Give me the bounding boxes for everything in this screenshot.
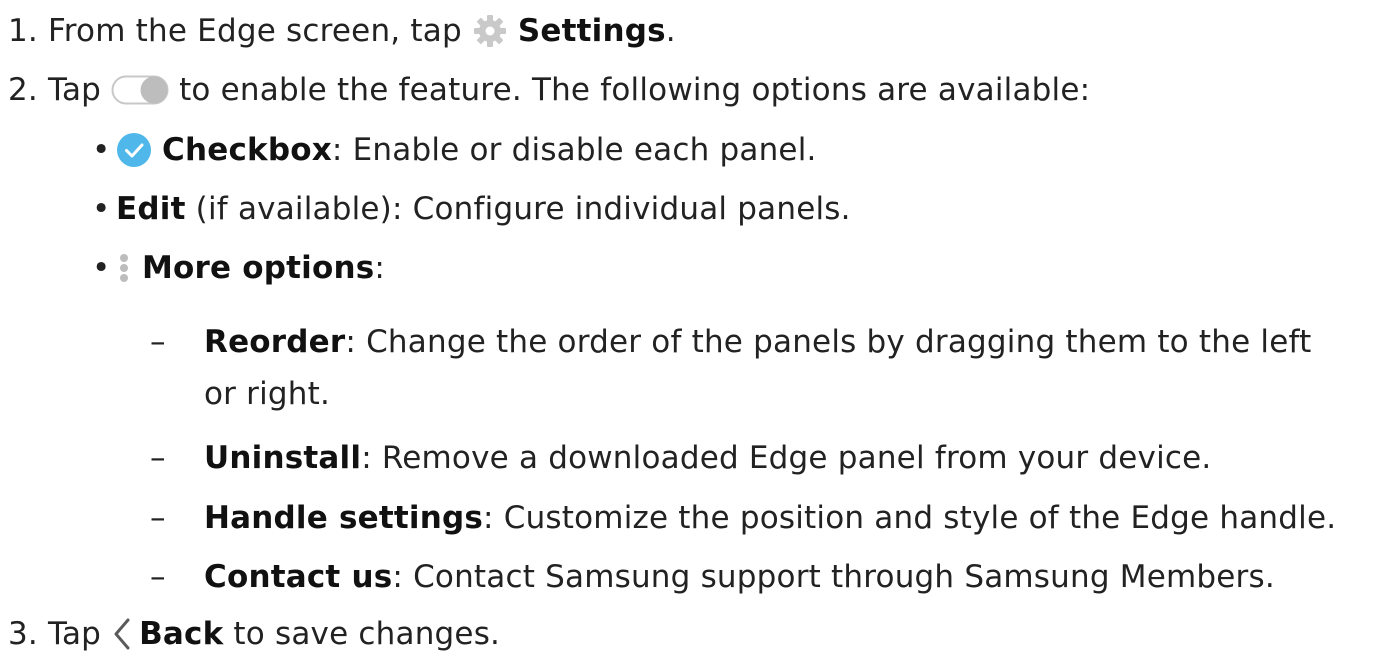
step-number: 1. (8, 13, 38, 49)
step-number: 2. (8, 72, 38, 108)
dash: – (150, 500, 166, 536)
bullet-dot: • (92, 250, 111, 286)
subitem-handle-settings: – Handle settings : Customize the positi… (150, 496, 1336, 540)
subitem-reorder-continued: or right. (204, 372, 330, 416)
bullet-checkbox: • Checkbox : Enable or disable each pane… (92, 128, 817, 172)
edit-label: Edit (116, 191, 186, 227)
bullet-dot: • (92, 132, 111, 168)
subitem-uninstall: – Uninstall : Remove a downloaded Edge p… (150, 436, 1211, 480)
dash: – (150, 440, 166, 476)
step-3: 3. Tap Back to save changes. (8, 612, 500, 656)
contact-us-description: : Contact Samsung support through Samsun… (392, 559, 1275, 595)
bullet-edit: • Edit (if available): Configure individ… (92, 187, 851, 231)
step-text-end: . (665, 13, 676, 49)
more-options-colon: : (374, 250, 386, 286)
subitem-contact-us: – Contact us : Contact Samsung support t… (150, 555, 1275, 599)
uninstall-description: : Remove a downloaded Edge panel from yo… (361, 440, 1212, 476)
back-label: Back (139, 616, 224, 652)
step-2: 2. Tap to enable the feature. The follow… (8, 68, 1090, 112)
contact-us-label: Contact us (204, 559, 393, 595)
step-number: 3. (8, 616, 38, 652)
step-text-end: to enable the feature. The following opt… (179, 72, 1091, 108)
handle-settings-description: : Customize the position and style of th… (483, 500, 1337, 536)
dash: – (150, 559, 166, 595)
bullet-more-options: • More options : (92, 246, 385, 290)
step-1: 1. From the Edge screen, tap Settings . (8, 9, 676, 53)
subitem-reorder: – Reorder : Change the order of the pane… (150, 320, 1311, 364)
toggle-icon (111, 75, 169, 105)
step-text-end: to save changes. (233, 616, 501, 652)
reorder-label: Reorder (204, 324, 346, 360)
document-page: { "steps": [ { "number": "1.", "pre": "F… (0, 0, 1386, 664)
checkbox-description: : Enable or disable each panel. (331, 132, 817, 168)
settings-label: Settings (517, 13, 666, 49)
step-text: Tap (47, 72, 102, 108)
gear-icon (472, 13, 508, 49)
more-options-label: More options (142, 250, 375, 286)
checkbox-label: Checkbox (162, 132, 332, 168)
more-vertical-icon (116, 250, 132, 286)
handle-settings-label: Handle settings (204, 500, 484, 536)
chevron-left-icon (111, 617, 133, 651)
reorder-description-continued: or right. (204, 376, 331, 412)
dash: – (150, 324, 166, 360)
edit-description: (if available): Configure individual pan… (185, 191, 851, 227)
step-text: From the Edge screen, tap (47, 13, 462, 49)
check-circle-icon (116, 132, 152, 168)
step-text: Tap (47, 616, 102, 652)
reorder-description: : Change the order of the panels by drag… (345, 324, 1312, 360)
uninstall-label: Uninstall (204, 440, 362, 476)
bullet-dot: • (92, 191, 111, 227)
